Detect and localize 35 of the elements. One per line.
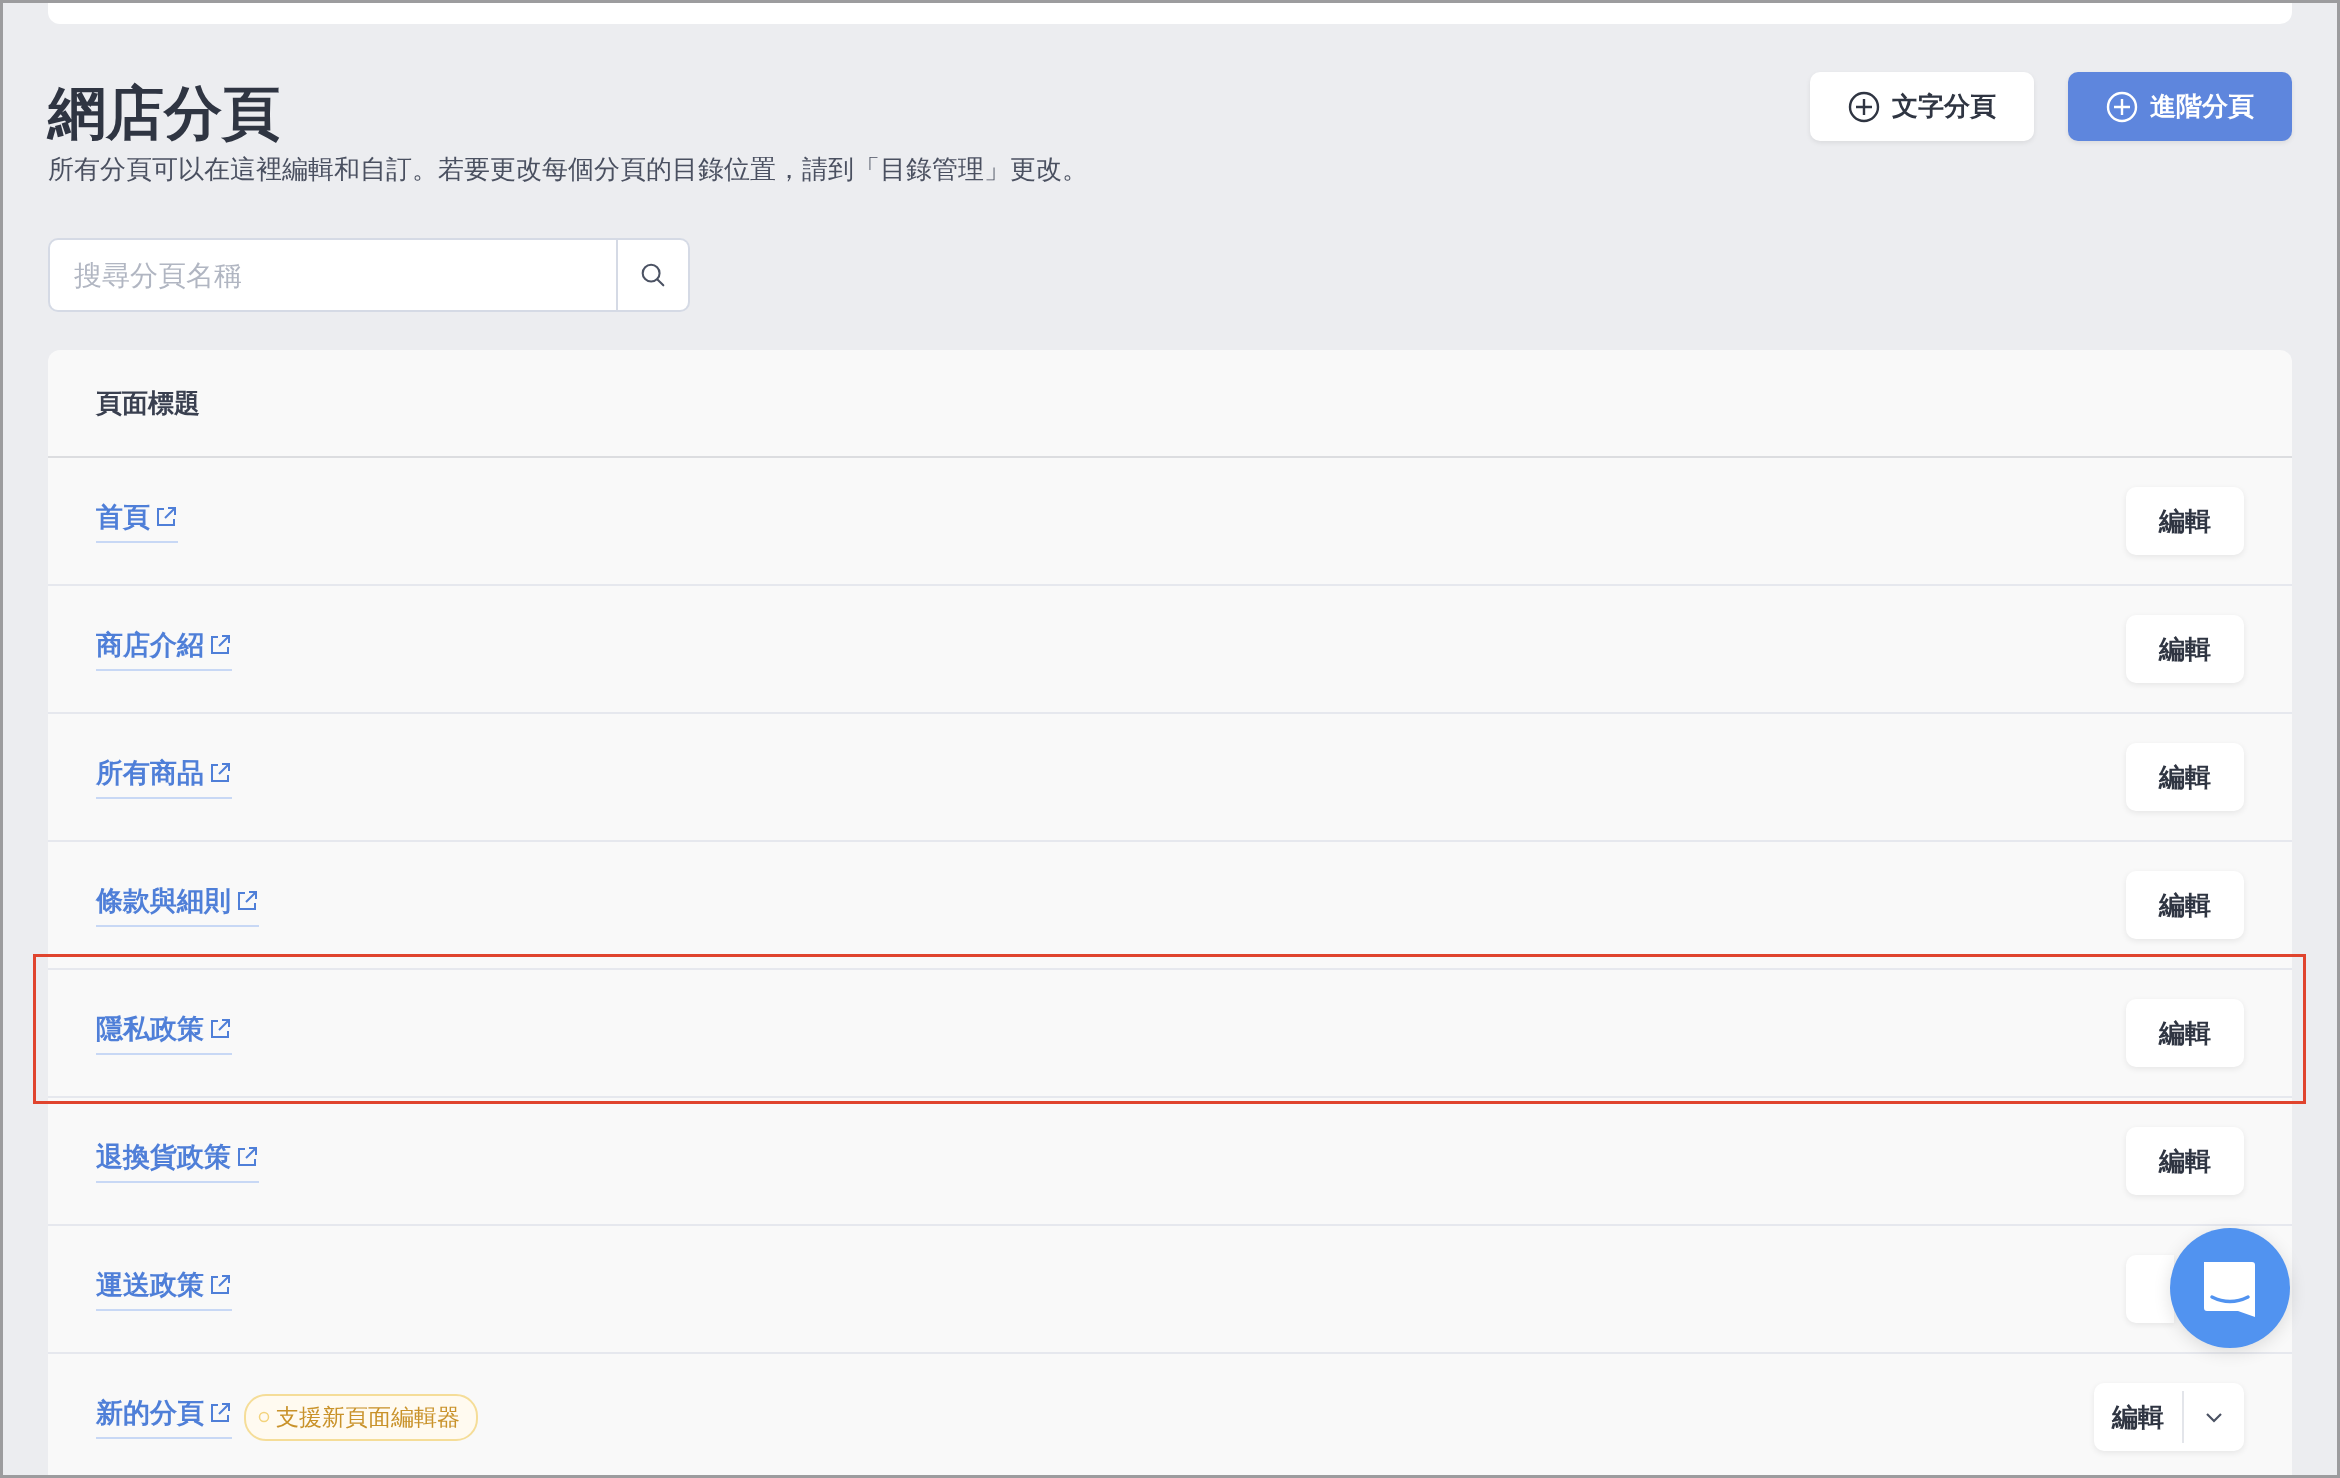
page-description: 所有分頁可以在這裡編輯和自訂。若要更改每個分頁的目錄位置，請到「目錄管理」更改。 [48,153,1088,186]
page-link[interactable]: 首頁 [96,499,178,543]
page-link[interactable]: 隱私政策 [96,1011,232,1055]
add-page-button[interactable]: 進階分頁 [2068,72,2292,141]
external-link-icon [235,889,259,913]
search-field[interactable]: 搜尋分頁名稱 [48,238,618,312]
external-link-icon [208,1401,232,1425]
column-header: 頁面標題 [96,386,200,420]
edit-button[interactable]: 編輯 [2126,999,2244,1067]
edit-button[interactable]: 編輯 [2126,615,2244,683]
external-link-icon [235,1145,259,1169]
add-circle-icon [1848,90,1880,123]
external-link-icon [208,1273,232,1297]
edit-button[interactable]: 編輯 [2126,871,2244,939]
page-title: 網店分頁 [48,82,281,144]
external-link-icon [208,633,232,657]
add-page-button[interactable]: 文字分頁 [1810,72,2034,141]
edit-button[interactable]: 編輯 [2126,487,2244,555]
page-link[interactable]: 所有商品 [96,755,232,799]
edit-button[interactable]: 編輯 [2126,1127,2244,1195]
search-button[interactable] [618,238,690,312]
external-link-icon [154,505,178,529]
external-link-icon [208,761,232,785]
edit-button[interactable]: 編輯 [2094,1383,2182,1451]
circle-icon [258,1411,270,1423]
page-link[interactable]: 退換貨政策 [96,1139,259,1183]
page-link[interactable]: 條款與細則 [96,883,259,927]
page-link[interactable]: 新的分頁 [96,1395,232,1439]
badge-label: 支援新頁面編輯器 [276,1402,460,1432]
add-circle-icon [2106,90,2138,123]
page-link[interactable]: 運送政策 [96,1267,232,1311]
edit-button[interactable]: 編輯 [2126,743,2244,811]
page-link[interactable]: 商店介紹 [96,627,232,671]
edit-button[interactable] [2126,1255,2174,1323]
external-link-icon [208,1017,232,1041]
